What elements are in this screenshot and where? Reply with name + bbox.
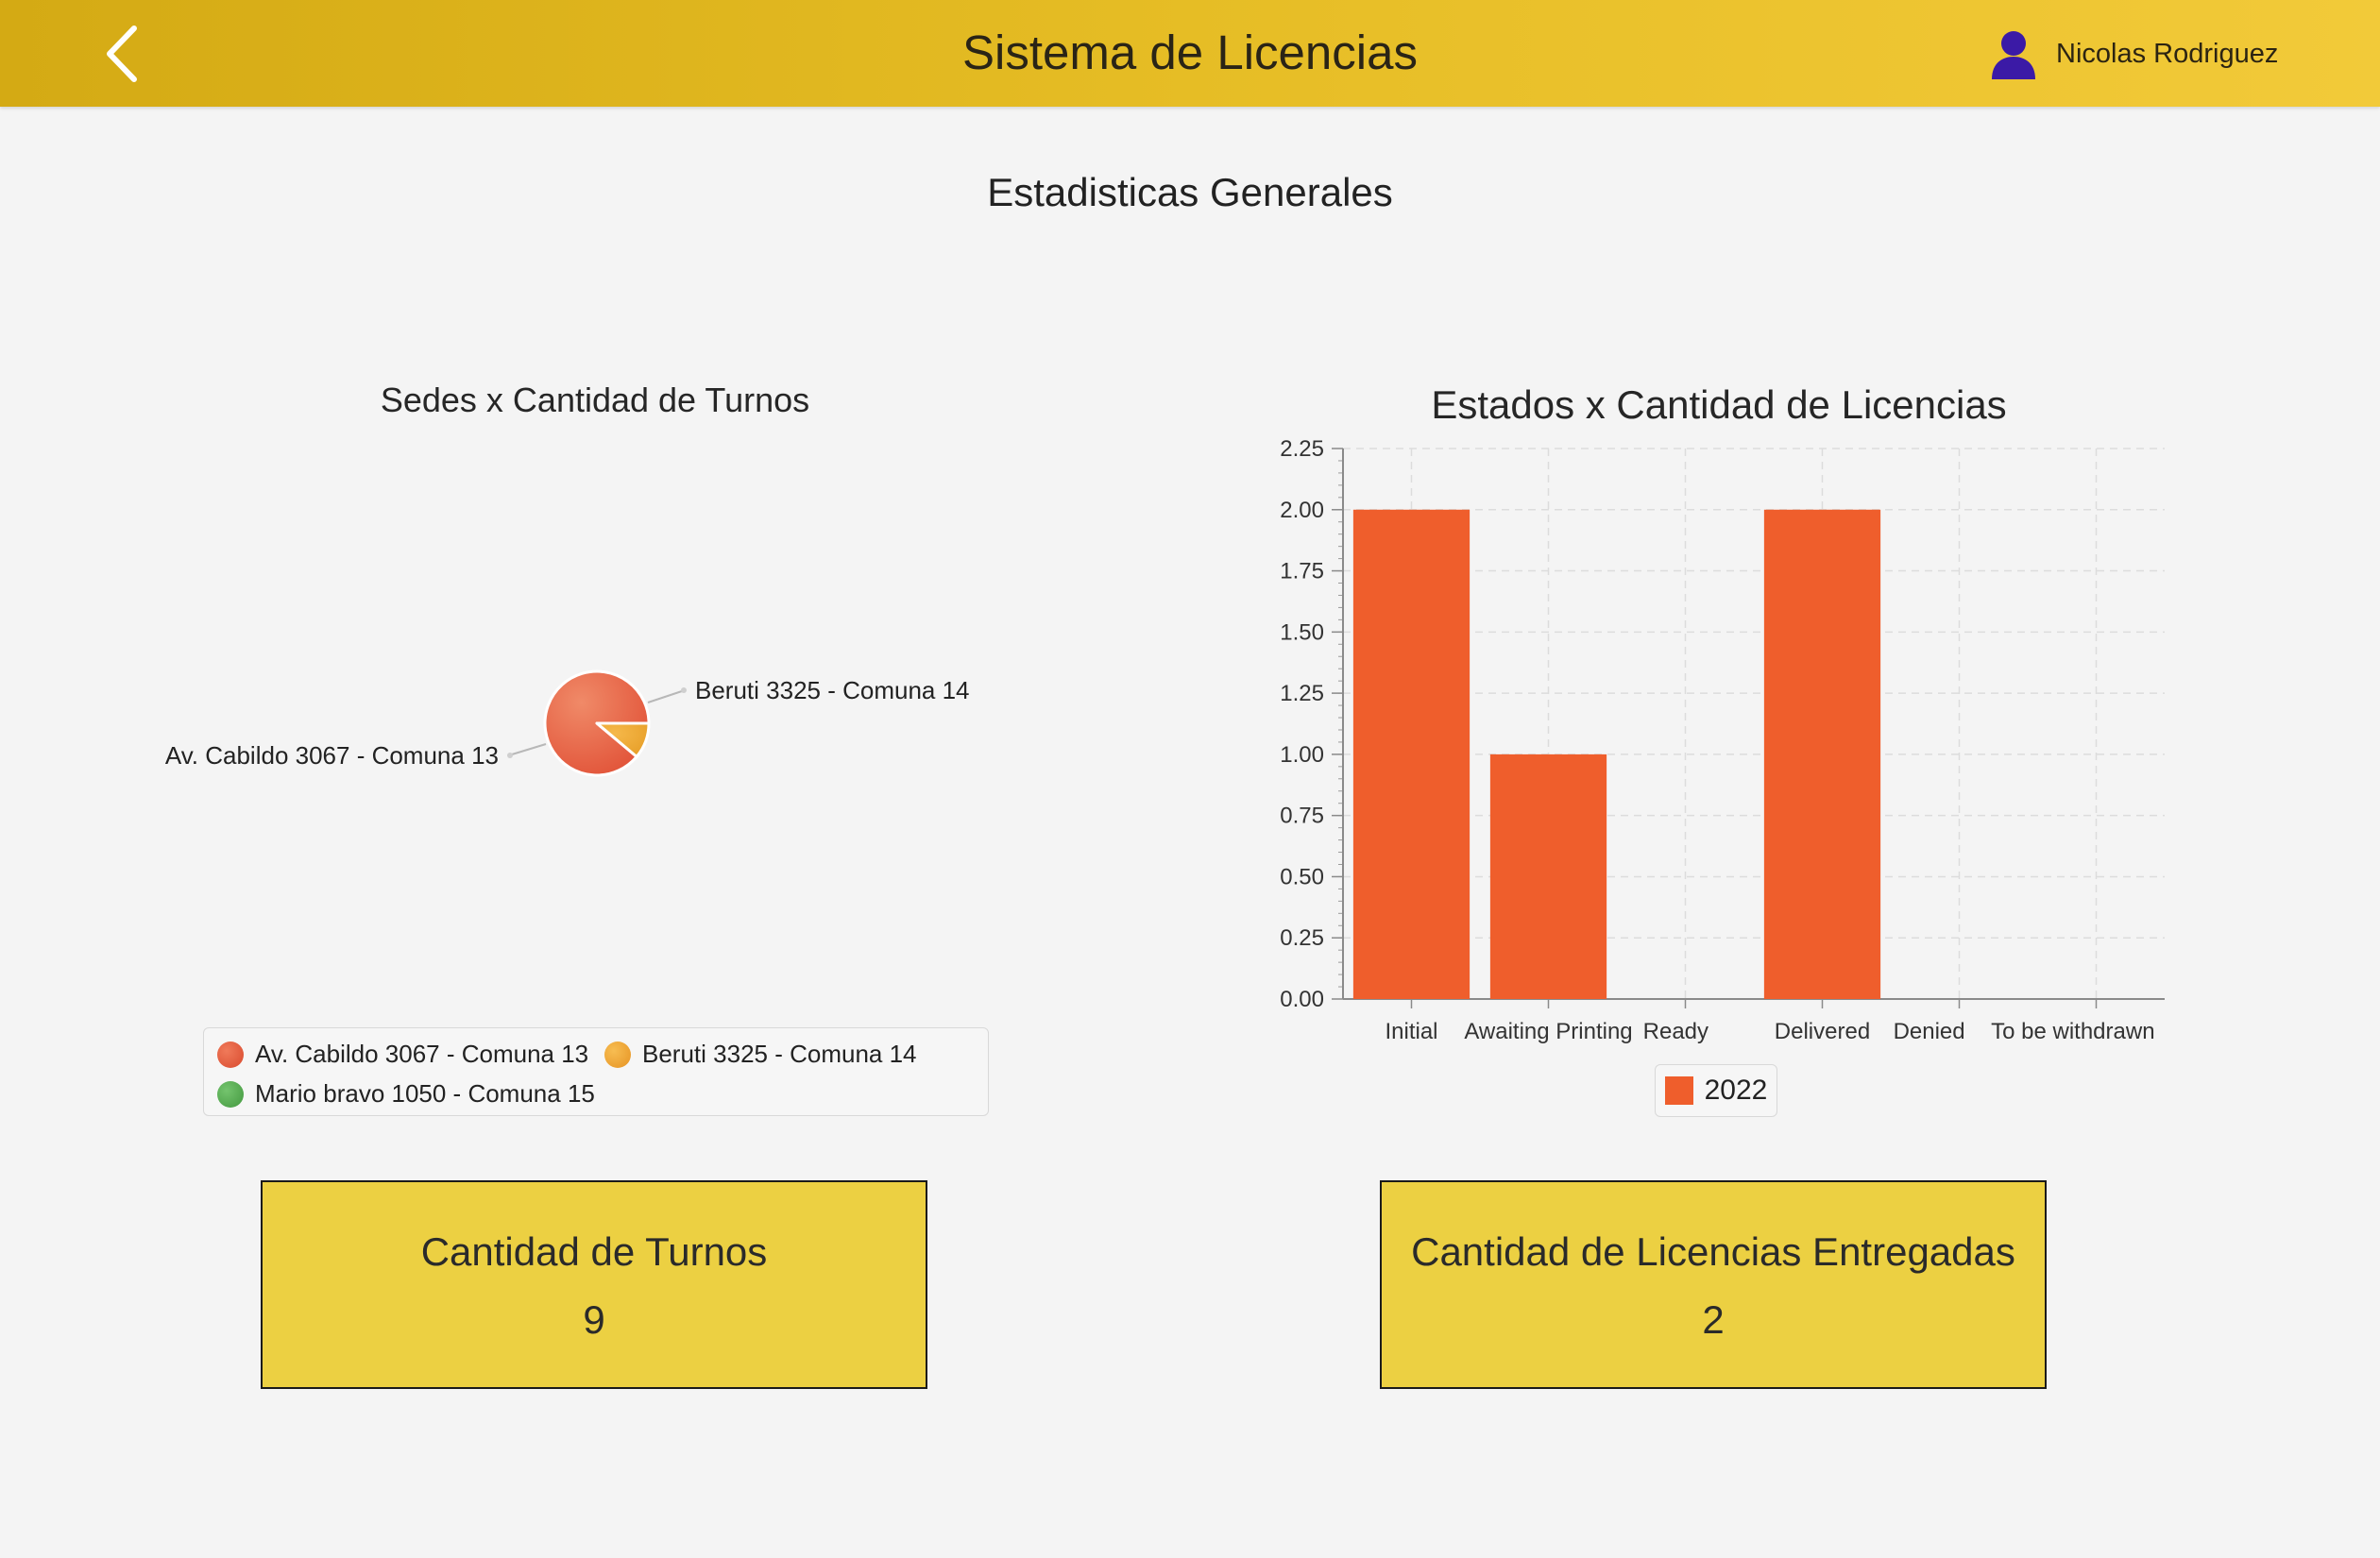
legend-label: Beruti 3325 - Comuna 14 bbox=[642, 1040, 917, 1068]
legend-item-mario-bravo: Mario bravo 1050 - Comuna 15 bbox=[217, 1079, 595, 1109]
y-tick-label: 2.25 bbox=[1280, 436, 1324, 462]
legend-label: Mario bravo 1050 - Comuna 15 bbox=[255, 1079, 595, 1108]
x-tick-label: Awaiting Printing bbox=[1464, 1019, 1632, 1044]
back-button[interactable] bbox=[94, 21, 161, 87]
pie-label: Beruti 3325 - Comuna 14 bbox=[695, 676, 970, 704]
bar bbox=[1489, 754, 1607, 999]
stat-value: 9 bbox=[583, 1297, 605, 1342]
y-tick-label: 1.50 bbox=[1280, 619, 1324, 645]
bar-chart: 0.00 0.25 0.50 0.75 1.00 1.25 1.50 1.75 2.00 2.25… bbox=[1280, 436, 2165, 1044]
legend-label: Av. Cabildo 3067 - Comuna 13 bbox=[255, 1040, 589, 1068]
user-icon bbox=[1992, 31, 2035, 79]
chevron-left-icon bbox=[107, 25, 137, 82]
user-profile[interactable]: Nicolas Rodriguez bbox=[1988, 21, 2278, 87]
y-tick-label: 2.00 bbox=[1280, 498, 1324, 523]
bar bbox=[1352, 509, 1470, 999]
pie-legend: Av. Cabildo 3067 - Comuna 13 Beruti 3325… bbox=[203, 1027, 989, 1116]
pie-label: Av. Cabildo 3067 - Comuna 13 bbox=[165, 741, 499, 770]
pie-leader-dot bbox=[681, 687, 687, 693]
legend-label: 2022 bbox=[1704, 1075, 1768, 1106]
x-tick-label: Ready bbox=[1643, 1019, 1708, 1044]
pie-chart: Beruti 3325 - Comuna 14 Av. Cabildo 3067 … bbox=[165, 669, 970, 777]
x-tick-label: Denied bbox=[1894, 1019, 1965, 1044]
x-tick-label: Delivered bbox=[1775, 1019, 1870, 1044]
legend-item-beruti: Beruti 3325 - Comuna 14 bbox=[604, 1040, 917, 1069]
bar bbox=[1763, 509, 1881, 999]
bar-legend: 2022 bbox=[1655, 1064, 1777, 1117]
stat-card-turnos: Cantidad de Turnos 9 bbox=[261, 1180, 927, 1389]
stat-label: Cantidad de Licencias Entregadas bbox=[1411, 1229, 2015, 1274]
pie-chart-title: Sedes x Cantidad de Turnos bbox=[380, 381, 810, 419]
pie-leader-line bbox=[511, 743, 547, 755]
y-tick-label: 1.00 bbox=[1280, 742, 1324, 768]
legend-dot-icon bbox=[217, 1080, 244, 1108]
pie-leader-line bbox=[647, 690, 683, 703]
y-tick-label: 0.50 bbox=[1280, 864, 1324, 889]
app-header: Sistema de Licencias Nicolas Rodriguez bbox=[0, 0, 2380, 107]
legend-swatch-icon bbox=[1664, 1076, 1693, 1105]
x-tick-label: Initial bbox=[1385, 1019, 1437, 1044]
y-tick-label: 1.75 bbox=[1280, 559, 1324, 584]
legend-item-cabildo: Av. Cabildo 3067 - Comuna 13 bbox=[217, 1040, 588, 1069]
stat-value: 2 bbox=[1702, 1297, 1725, 1342]
y-tick-label: 1.25 bbox=[1280, 681, 1324, 706]
stat-card-licencias: Cantidad de Licencias Entregadas 2 bbox=[1380, 1180, 2047, 1389]
legend-dot-icon bbox=[217, 1041, 244, 1068]
stat-label: Cantidad de Turnos bbox=[420, 1229, 768, 1274]
y-tick-label: 0.00 bbox=[1280, 987, 1324, 1012]
x-tick-label: To be withdrawn bbox=[1991, 1019, 2154, 1044]
user-name: Nicolas Rodriguez bbox=[2056, 38, 2279, 69]
pie-leader-dot bbox=[507, 753, 513, 758]
legend-dot-icon bbox=[604, 1041, 631, 1068]
y-tick-label: 0.25 bbox=[1280, 925, 1324, 951]
y-tick-label: 0.75 bbox=[1280, 804, 1324, 829]
page-title: Estadisticas Generales bbox=[987, 170, 1393, 214]
